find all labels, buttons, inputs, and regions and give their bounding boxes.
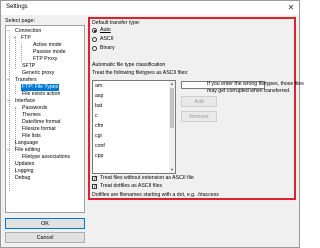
- select-page-label: Select page:: [5, 18, 35, 24]
- collapse-file-editing-icon[interactable]: −: [7, 147, 10, 154]
- window-title: Settings: [6, 4, 28, 10]
- sidebar-item-passwords[interactable]: Passwords: [22, 105, 47, 112]
- corruption-hint-line2: may get corrupted when transferred.: [207, 88, 291, 94]
- sidebar-item-passive-mode[interactable]: Passive mode: [33, 49, 66, 56]
- list-item[interactable]: asp: [95, 93, 103, 99]
- sidebar-item-themes[interactable]: Themes: [22, 112, 41, 119]
- corruption-hint-line1: If you enter the wrong filetypes, those …: [207, 81, 304, 87]
- checkmark-icon: ✓: [93, 184, 98, 190]
- sidebar-item-logging[interactable]: Logging: [15, 168, 33, 175]
- collapse-connection-icon[interactable]: −: [7, 28, 10, 35]
- sidebar-item-active-mode[interactable]: Active mode: [33, 42, 62, 49]
- sidebar-item-file-lists[interactable]: File lists: [22, 133, 41, 140]
- list-item[interactable]: c: [95, 113, 98, 119]
- list-item[interactable]: cfm: [95, 123, 103, 129]
- sidebar-item-ftp-proxy[interactable]: FTP Proxy: [33, 56, 57, 63]
- sidebar-item-ftp-file-types[interactable]: FTP: File Types: [21, 84, 60, 91]
- radio-auto-label[interactable]: Auto: [100, 27, 111, 33]
- list-item[interactable]: conf: [95, 143, 105, 149]
- list-item[interactable]: bat: [95, 103, 102, 109]
- chevron-up-icon[interactable]: ▲: [169, 81, 175, 87]
- tree-guide-line: [9, 36, 10, 191]
- sidebar-item-debug[interactable]: Debug: [15, 175, 30, 182]
- sidebar-item-interface[interactable]: Interface: [15, 98, 35, 105]
- collapse-interface-icon[interactable]: −: [7, 98, 10, 105]
- radio-auto[interactable]: [92, 28, 97, 33]
- radio-binary-label[interactable]: Binary: [100, 45, 115, 51]
- add-button[interactable]: Add: [181, 96, 217, 107]
- cancel-button[interactable]: Cancel: [5, 232, 85, 243]
- close-icon[interactable]: ✕: [286, 3, 296, 13]
- list-item[interactable]: am: [95, 83, 102, 89]
- sidebar-item-updates[interactable]: Updates: [15, 161, 34, 168]
- checkmark-icon: ✓: [93, 176, 98, 182]
- sidebar-item-connection[interactable]: Connection: [15, 28, 41, 35]
- dotfiles-note: Dotfiles are filenames starting with a d…: [92, 192, 219, 198]
- sidebar-item-language[interactable]: Language: [15, 140, 38, 147]
- collapse-ftp-icon[interactable]: −: [13, 35, 16, 42]
- list-scrollbar[interactable]: ▲ ▼: [169, 81, 175, 173]
- radio-ascii[interactable]: [92, 37, 97, 42]
- settings-window: Settings ✕ Select page: − Connection − F…: [0, 0, 304, 248]
- sidebar-item-filesize-format[interactable]: Filesize format: [22, 126, 56, 133]
- list-item[interactable]: cgi: [95, 133, 102, 139]
- checkbox-dotfiles-label[interactable]: Treat dotfiles as ASCII files: [100, 183, 162, 189]
- sidebar-item-file-editing[interactable]: File editing: [15, 147, 40, 154]
- ascii-filetype-list[interactable]: am asp bat c cfm cgi conf cpp ▲ ▼: [92, 80, 176, 174]
- sidebar-item-sftp[interactable]: SFTP: [22, 63, 35, 70]
- sidebar-item-filetype-associations[interactable]: Filetype associations: [22, 154, 70, 161]
- sidebar-item-ftp[interactable]: FTP: [21, 35, 31, 42]
- scrollbar-thumb[interactable]: [170, 88, 174, 128]
- classification-heading: Automatic file type classification: [92, 62, 166, 68]
- radio-ascii-label[interactable]: ASCII: [100, 36, 114, 42]
- settings-page-tree[interactable]: − Connection − FTP Active mode Passive m…: [5, 25, 85, 213]
- ascii-list-label: Treat the following filetypes as ASCII f…: [92, 70, 189, 76]
- sidebar-item-file-exists-action[interactable]: File exists action: [22, 91, 60, 98]
- chevron-down-icon[interactable]: ▼: [169, 167, 175, 173]
- remove-button[interactable]: Remove: [181, 111, 217, 122]
- list-item[interactable]: cpp: [95, 153, 103, 159]
- transfer-type-heading: Default transfer type:: [92, 20, 141, 26]
- checkbox-no-extension-label[interactable]: Treat files without extension as ASCII f…: [100, 175, 194, 181]
- sidebar-item-generic-proxy[interactable]: Generic proxy: [22, 70, 54, 77]
- radio-binary[interactable]: [92, 46, 97, 51]
- tree-guide-line: [21, 43, 22, 62]
- tree-guide-line: [15, 85, 16, 94]
- sidebar-item-date-time-format[interactable]: Date/time format: [22, 119, 60, 126]
- title-bar: Settings ✕: [1, 1, 299, 15]
- collapse-transfers-icon[interactable]: −: [7, 77, 10, 84]
- ok-button[interactable]: OK: [5, 218, 85, 229]
- checkbox-dotfiles[interactable]: ✓: [92, 184, 98, 190]
- checkbox-no-extension[interactable]: ✓: [92, 176, 98, 182]
- sidebar-item-transfers[interactable]: Transfers: [15, 77, 37, 84]
